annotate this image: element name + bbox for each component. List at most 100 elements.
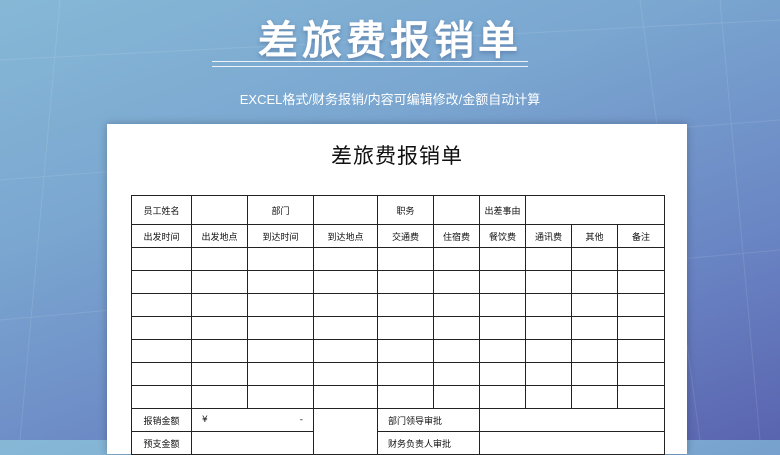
table-cell[interactable] xyxy=(479,362,526,386)
position-input[interactable] xyxy=(433,195,480,225)
table-cell[interactable] xyxy=(525,362,572,386)
table-cell[interactable] xyxy=(617,247,665,271)
table-cell[interactable] xyxy=(247,339,314,363)
table-cell[interactable] xyxy=(131,362,192,386)
position-label: 职务 xyxy=(377,195,434,225)
table-row xyxy=(131,247,665,271)
amount-value[interactable]: ¥ - xyxy=(191,408,314,432)
table-cell[interactable] xyxy=(247,247,314,271)
employee-name-label: 员工姓名 xyxy=(131,195,192,225)
table-cell[interactable] xyxy=(191,270,248,294)
table-cell[interactable] xyxy=(377,247,434,271)
table-cell[interactable] xyxy=(571,316,618,340)
table-cell[interactable] xyxy=(525,316,572,340)
reimbursement-sheet: 差旅费报销单 员工姓名 部门 职务 出差事由 出发时间 出发地点 到达时间 到达地点交… xyxy=(107,124,687,455)
table-cell[interactable] xyxy=(377,362,434,386)
table-cell[interactable] xyxy=(377,270,434,294)
table-cell[interactable] xyxy=(377,339,434,363)
table-cell[interactable] xyxy=(191,247,248,271)
table-cell[interactable] xyxy=(191,385,248,409)
finance-approval-input[interactable] xyxy=(479,431,665,455)
table-cell[interactable] xyxy=(525,247,572,271)
table-cell[interactable] xyxy=(247,270,314,294)
finance-approval-label: 财务负责人审批 xyxy=(377,431,480,455)
table-cell[interactable] xyxy=(313,339,378,363)
table-cell[interactable] xyxy=(479,316,526,340)
table-cell[interactable] xyxy=(433,316,480,340)
table-cell[interactable] xyxy=(313,247,378,271)
table-row xyxy=(131,293,665,317)
table-cell[interactable] xyxy=(617,339,665,363)
table-cell[interactable] xyxy=(433,362,480,386)
table-cell[interactable] xyxy=(571,293,618,317)
table-cell[interactable] xyxy=(433,339,480,363)
advance-label: 预支金额 xyxy=(131,431,192,455)
table-row xyxy=(131,362,665,386)
table-cell[interactable] xyxy=(433,270,480,294)
table-cell[interactable] xyxy=(377,316,434,340)
table-cell[interactable] xyxy=(131,293,192,317)
table-cell[interactable] xyxy=(247,316,314,340)
column-header: 餐饮费 xyxy=(479,224,526,248)
title-divider-top xyxy=(212,61,528,62)
department-input[interactable] xyxy=(313,195,378,225)
table-cell[interactable] xyxy=(433,385,480,409)
amount-row: 报销金额 ¥ - 部门领导审批 xyxy=(131,408,665,455)
table-cell[interactable] xyxy=(571,270,618,294)
table-cell[interactable] xyxy=(571,385,618,409)
table-cell[interactable] xyxy=(131,316,192,340)
table-cell[interactable] xyxy=(525,293,572,317)
table-cell[interactable] xyxy=(247,293,314,317)
table-cell[interactable] xyxy=(191,316,248,340)
dept-approval-input[interactable] xyxy=(479,408,665,432)
table-cell[interactable] xyxy=(525,270,572,294)
table-cell[interactable] xyxy=(617,362,665,386)
table-cell[interactable] xyxy=(525,385,572,409)
column-header: 到达时间 xyxy=(247,224,314,248)
table-cell[interactable] xyxy=(131,270,192,294)
table-cell[interactable] xyxy=(479,385,526,409)
table-cell[interactable] xyxy=(617,385,665,409)
table-cell[interactable] xyxy=(313,316,378,340)
banner-title: 差旅费报销单 xyxy=(258,17,522,64)
table-cell[interactable] xyxy=(525,339,572,363)
table-cell[interactable] xyxy=(247,362,314,386)
employee-name-input[interactable] xyxy=(191,195,248,225)
table-cell[interactable] xyxy=(571,362,618,386)
table-cell[interactable] xyxy=(479,339,526,363)
department-label: 部门 xyxy=(247,195,314,225)
sheet-title: 差旅费报销单 xyxy=(331,144,463,168)
table-cell[interactable] xyxy=(131,385,192,409)
table-row xyxy=(131,270,665,294)
trip-reason-input[interactable] xyxy=(525,195,665,225)
advance-row: 预支金额 财务负责人审批 xyxy=(131,431,665,455)
column-header: 出发地点 xyxy=(191,224,248,248)
amount-dash: - xyxy=(299,415,303,425)
table-cell[interactable] xyxy=(617,293,665,317)
table-cell[interactable] xyxy=(433,293,480,317)
table-cell[interactable] xyxy=(377,385,434,409)
table-cell[interactable] xyxy=(377,293,434,317)
column-header: 其他 xyxy=(571,224,618,248)
table-cell[interactable] xyxy=(617,316,665,340)
column-header: 到达地点 xyxy=(313,224,378,248)
table-cell[interactable] xyxy=(131,247,192,271)
table-cell[interactable] xyxy=(433,247,480,271)
table-cell[interactable] xyxy=(191,293,248,317)
table-cell[interactable] xyxy=(313,362,378,386)
table-cell[interactable] xyxy=(617,270,665,294)
table-cell[interactable] xyxy=(479,293,526,317)
table-cell[interactable] xyxy=(479,270,526,294)
advance-value[interactable] xyxy=(191,431,314,455)
table-cell[interactable] xyxy=(191,362,248,386)
table-cell[interactable] xyxy=(571,339,618,363)
table-row xyxy=(131,339,665,363)
table-cell[interactable] xyxy=(313,385,378,409)
table-cell[interactable] xyxy=(313,293,378,317)
table-cell[interactable] xyxy=(191,339,248,363)
table-cell[interactable] xyxy=(313,270,378,294)
table-cell[interactable] xyxy=(479,247,526,271)
table-cell[interactable] xyxy=(571,247,618,271)
table-cell[interactable] xyxy=(131,339,192,363)
table-cell[interactable] xyxy=(247,385,314,409)
